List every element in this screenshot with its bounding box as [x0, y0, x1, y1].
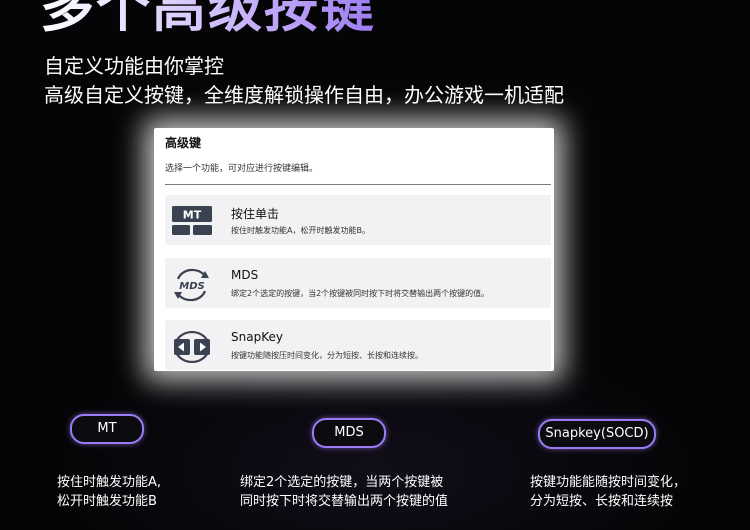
feature-snapkey-line-2: 分为短按、长按和连续按 [530, 494, 674, 509]
feature-mt-line-1: 按住时触发功能A, [57, 475, 162, 490]
option-mds-description: 绑定2个选定的按键，当2个按键被同时按下时将交替输出两个按键的值。 [231, 289, 490, 298]
mt-icon-text: MT [183, 209, 202, 222]
option-snapkey[interactable]: SnapKey 按键功能随按压时间变化，分为短按、长按和连续按。 [165, 320, 551, 370]
feature-snapkey-line-1: 按键功能能随按时间变化， [530, 475, 687, 490]
option-snapkey-description: 按键功能随按压时间变化，分为短按、长按和连续按。 [231, 351, 423, 360]
option-mt[interactable]: MT 按住单击 按住时触发功能A，松开时触发功能B。 [165, 195, 551, 245]
feature-mds-line-2: 同时按下时将交替输出两个按键的值 [240, 494, 449, 509]
hero-subtitle-2: 高级自定义按键，全维度解锁操作自由，办公游戏一机适配 [44, 83, 564, 107]
feature-pill-mds[interactable]: MDS [312, 418, 386, 448]
option-snapkey-name: SnapKey [231, 330, 283, 344]
feature-pill-mt[interactable]: MT [70, 414, 144, 444]
mds-cycle-icon: MDS [169, 264, 213, 304]
mt-keycap-icon: MT [169, 201, 213, 241]
hero-title: 多个高级按键 [40, 0, 376, 38]
feature-pill-snapkey[interactable]: Snapkey(SOCD) [538, 419, 656, 449]
option-mds[interactable]: MDS MDS 绑定2个选定的按键，当2个按键被同时按下时将交替输出两个按键的值… [165, 258, 551, 308]
advanced-keys-panel: 高级键 选择一个功能，可对应进行按键编辑。 MT 按住单击 按住时触发功能A，松… [154, 128, 554, 371]
option-mt-description: 按住时触发功能A，松开时触发功能B。 [231, 226, 370, 235]
feature-mt-line-2: 松开时触发功能B [57, 494, 157, 509]
panel-title: 高级键 [165, 136, 202, 150]
snapkey-arrows-icon [169, 326, 213, 366]
option-mds-name: MDS [231, 268, 259, 282]
mds-icon-text: MDS [179, 281, 204, 292]
option-mt-name: 按住单击 [231, 207, 280, 221]
feature-mds-line-1: 绑定2个选定的按键，当两个按键被 [240, 475, 444, 490]
panel-divider [165, 184, 551, 185]
panel-description: 选择一个功能，可对应进行按键编辑。 [165, 164, 319, 174]
hero-subtitle-1: 自定义功能由你掌控 [44, 54, 224, 78]
